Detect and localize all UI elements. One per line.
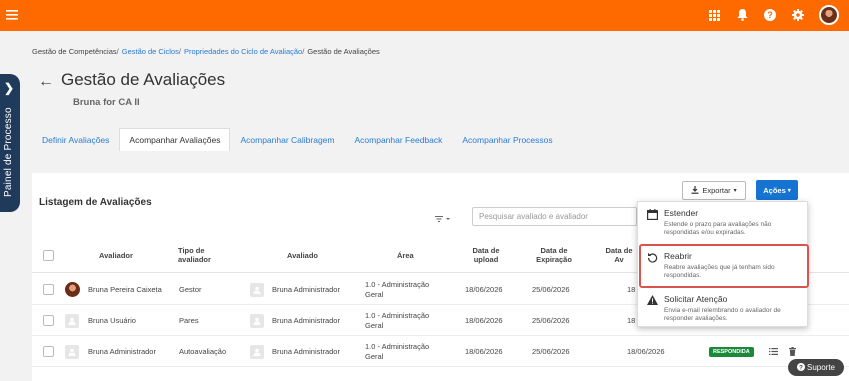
breadcrumb-link-ciclos[interactable]: Gestão de Ciclos (122, 47, 179, 56)
actions-button[interactable]: Ações ▾ (756, 180, 798, 200)
tab-bar: Definir Avaliações Acompanhar Avaliações… (32, 128, 563, 151)
bell-icon[interactable] (735, 8, 749, 22)
avaliado-avatar (250, 305, 264, 336)
highlight-box (639, 244, 809, 288)
col-data-expiracao[interactable]: Data de Expiração (532, 237, 576, 273)
page-subtitle: Bruna for CA II (73, 97, 140, 108)
back-arrow-icon[interactable]: ← (38, 73, 54, 91)
breadcrumb-item: Gestão de Competências (32, 47, 117, 56)
avaliador-name: Bruna Usuário (88, 316, 136, 325)
tipo-avaliador: Autoavaliação (179, 347, 227, 356)
avaliado-avatar (250, 336, 264, 367)
tab-definir-avaliacoes[interactable]: Definir Avaliações (32, 128, 119, 151)
menu-item-description: Estende o prazo para avaliações não resp… (664, 221, 772, 236)
chevron-right-icon: ❯ (4, 81, 15, 95)
area: 1.0 - Administração Geral (365, 310, 430, 330)
svg-text:?: ? (799, 364, 803, 371)
menu-item-estender[interactable]: Estender Estende o prazo para avaliações… (638, 202, 809, 243)
menu-item-title: Solicitar Atenção (664, 294, 728, 304)
data-resposta: 18 (627, 316, 636, 325)
data-expiracao: 25/06/2026 (532, 347, 570, 356)
col-data-resposta[interactable]: Data de Av (604, 237, 634, 273)
caret-down-icon: ▾ (787, 187, 791, 194)
process-panel-tab[interactable]: ❯ Painel de Processo (0, 74, 20, 212)
data-resposta: 18 (627, 285, 636, 294)
help-icon: ? (796, 362, 805, 373)
data-upload: 18/06/2026 (465, 316, 503, 325)
area: 1.0 - Administração Geral (365, 279, 430, 299)
data-resposta: 18/06/2026 (627, 347, 665, 356)
search-input[interactable]: Pesquisar avaliado e avaliador (472, 207, 637, 226)
tipo-avaliador: Gestor (179, 285, 202, 294)
status-badge: RESPONDIDA (709, 336, 754, 367)
list-icon[interactable] (769, 336, 778, 367)
data-expiracao: 25/06/2026 (532, 316, 570, 325)
area: 1.0 - Administração Geral (365, 341, 430, 361)
gear-icon[interactable] (791, 8, 805, 22)
col-data-upload[interactable]: Data de upload (468, 237, 504, 273)
avaliador-avatar (65, 274, 80, 305)
page-title: Gestão de Avaliações (61, 70, 226, 89)
export-button[interactable]: Exportar ▾ (682, 181, 746, 200)
avaliador-avatar (65, 336, 79, 367)
warning-icon (646, 294, 658, 306)
table-row: Bruna Administrador Autoavaliação Bruna … (32, 336, 849, 367)
export-label: Exportar (702, 186, 731, 195)
avaliado-name: Bruna Administrador (272, 316, 340, 325)
process-panel-label: Painel de Processo (3, 107, 14, 197)
download-icon (691, 185, 699, 196)
tab-acompanhar-feedback[interactable]: Acompanhar Feedback (345, 128, 453, 151)
col-avaliador[interactable]: Avaliador (99, 237, 133, 273)
actions-label: Ações (763, 185, 786, 195)
menu-item-solicitar-atencao[interactable]: Solicitar Atenção Envia e-mail relembran… (638, 288, 809, 329)
support-label: Suporte (806, 363, 836, 372)
tipo-avaliador: Pares (179, 316, 199, 325)
row-checkbox[interactable] (43, 305, 54, 336)
apps-grid-icon[interactable] (707, 8, 721, 22)
breadcrumb-link-propriedades[interactable]: Propriedades do Ciclo de Avaliação (184, 47, 302, 56)
avaliado-name: Bruna Administrador (272, 347, 340, 356)
avaliado-name: Bruna Administrador (272, 285, 340, 294)
row-checkbox[interactable] (43, 336, 54, 367)
breadcrumb: Gestão de Competências/Gestão de Ciclos/… (32, 47, 380, 56)
data-upload: 18/06/2026 (465, 347, 503, 356)
avaliador-name: Bruna Administrador (88, 347, 156, 356)
col-tipo-avaliador[interactable]: Tipo de avaliador (178, 237, 236, 273)
breadcrumb-current: Gestão de Avaliações (307, 47, 380, 56)
caret-down-icon: ▾ (733, 188, 737, 194)
col-avaliado[interactable]: Avaliado (287, 237, 318, 273)
listing-title: Listagem de Avaliações (39, 197, 152, 208)
svg-text:?: ? (767, 10, 773, 20)
data-expiracao: 25/06/2026 (532, 285, 570, 294)
tab-acompanhar-processos[interactable]: Acompanhar Processos (452, 128, 562, 151)
support-button[interactable]: ? Suporte (788, 359, 844, 376)
menu-item-description: Envia e-mail relembrando o avaliador de … (664, 307, 781, 322)
tab-acompanhar-calibragem[interactable]: Acompanhar Calibragem (230, 128, 344, 151)
menu-item-title: Estender (664, 208, 699, 218)
row-checkbox[interactable] (43, 274, 54, 305)
help-icon[interactable]: ? (763, 8, 777, 22)
calendar-icon (646, 208, 658, 220)
col-area[interactable]: Área (397, 237, 414, 273)
user-avatar[interactable] (819, 5, 839, 25)
avaliador-name: Bruna Pereira Caixeta (88, 285, 162, 294)
data-upload: 18/06/2026 (465, 285, 503, 294)
avaliado-avatar (250, 274, 264, 305)
top-bar: ? (0, 0, 849, 31)
select-all-checkbox[interactable] (43, 237, 54, 273)
tab-acompanhar-avaliacoes[interactable]: Acompanhar Avaliações (119, 128, 231, 151)
filter-icon[interactable] (435, 215, 451, 225)
hamburger-menu-icon[interactable] (6, 7, 18, 23)
avaliador-avatar (65, 305, 79, 336)
